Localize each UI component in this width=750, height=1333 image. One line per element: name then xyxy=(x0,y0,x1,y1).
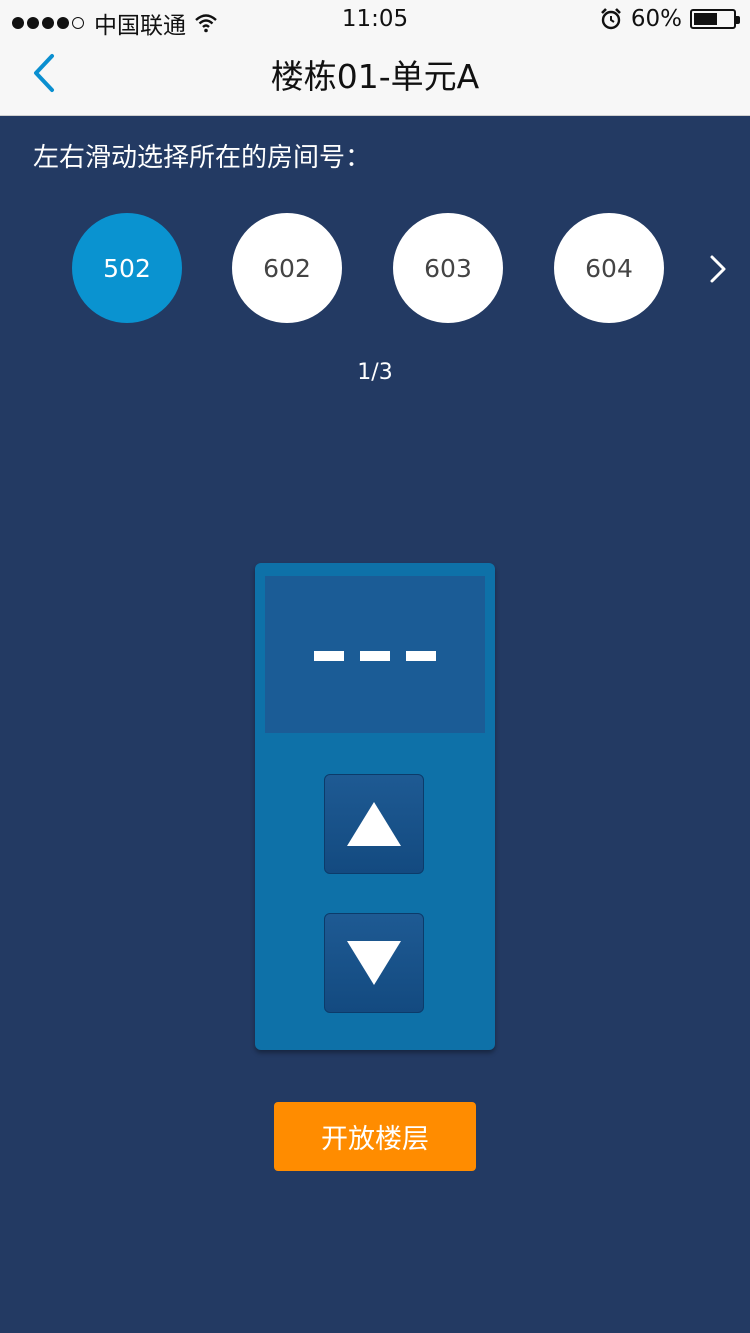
battery-fill xyxy=(694,13,717,25)
room-select-hint: 左右滑动选择所在的房间号： xyxy=(33,143,372,173)
elevator-up-button[interactable] xyxy=(324,774,424,874)
nav-bar: 楼栋01-单元A xyxy=(0,40,750,116)
open-floor-button[interactable]: 开放楼层 xyxy=(274,1102,476,1171)
triangle-down-icon xyxy=(347,941,401,985)
triangle-up-icon xyxy=(347,802,401,846)
status-bar: 中国联通 11:05 60% xyxy=(0,0,750,40)
status-right: 60% xyxy=(599,6,740,32)
room-option[interactable]: 602 xyxy=(232,213,342,323)
elevator-down-button[interactable] xyxy=(324,913,424,1013)
battery-icon xyxy=(690,9,740,29)
room-option[interactable]: 603 xyxy=(393,213,503,323)
next-page-button[interactable] xyxy=(702,253,732,285)
page-indicator: 1/3 xyxy=(357,360,393,385)
battery-percent: 60% xyxy=(630,6,682,32)
alarm-icon xyxy=(600,8,621,30)
floor-display-value xyxy=(314,650,436,661)
floor-display xyxy=(265,576,485,733)
room-option[interactable]: 604 xyxy=(554,213,664,323)
chevron-right-icon xyxy=(710,255,726,283)
page-title: 楼栋01-单元A xyxy=(270,57,480,96)
room-carousel[interactable]: 502 602 603 604 xyxy=(0,213,750,323)
elevator-panel xyxy=(255,563,495,1050)
room-option[interactable]: 502 xyxy=(72,213,182,323)
